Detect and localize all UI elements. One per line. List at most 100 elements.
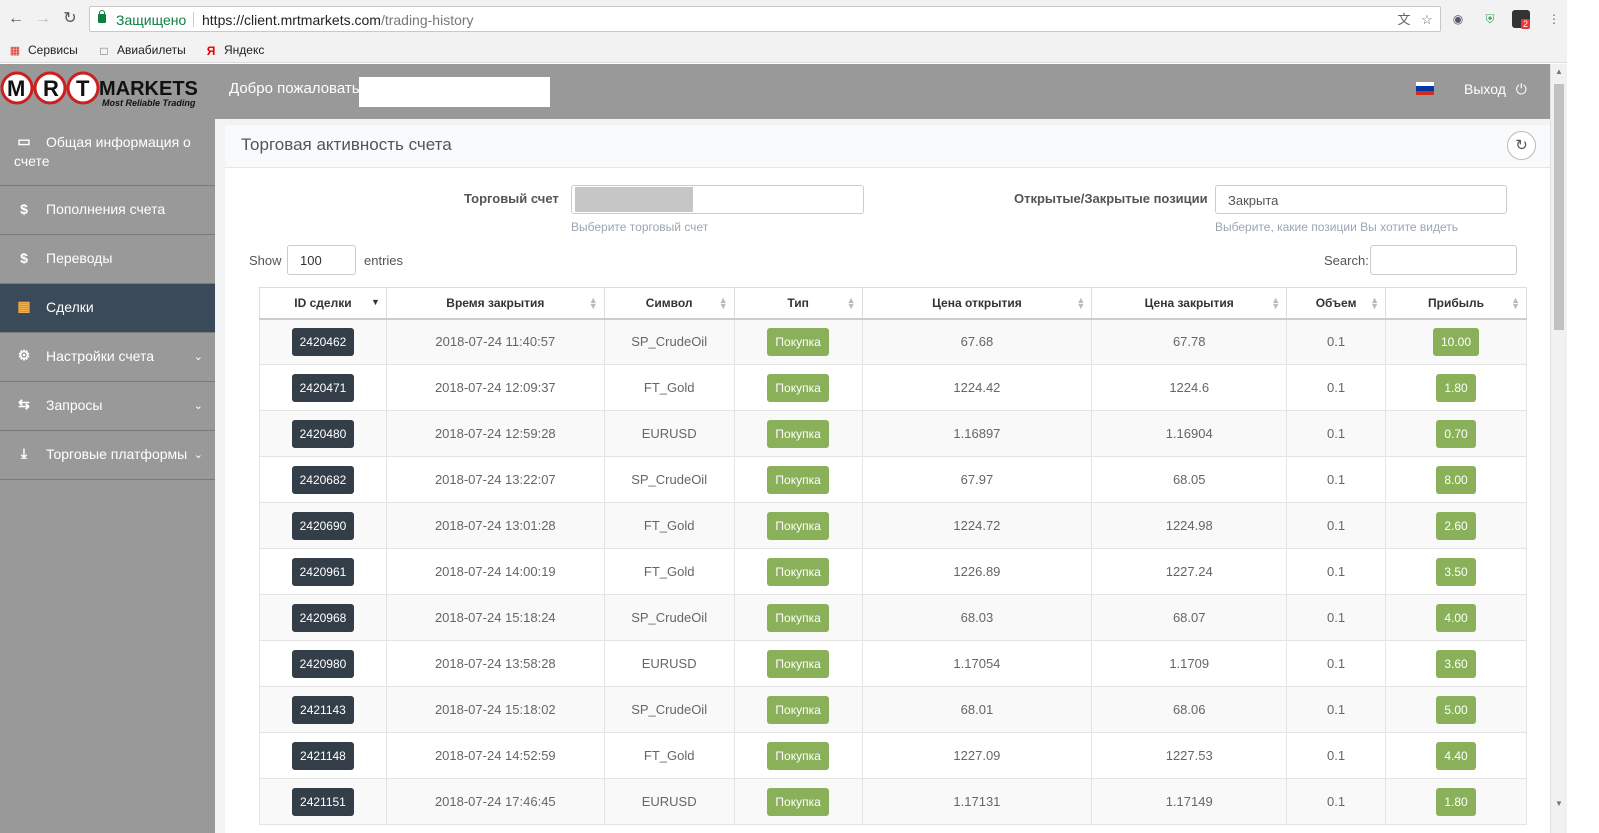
address-bar[interactable]: Защищено https://client.mrtmarkets.com/t… <box>89 6 1441 32</box>
sidebar-item-requests[interactable]: ⇆ Запросы ⌄ <box>0 382 215 431</box>
col-header-close-price[interactable]: Цена закрытия ▲ ▼ <box>1091 287 1288 320</box>
cell-type: Покупка <box>733 732 863 779</box>
trade-id-badge[interactable]: 2420690 <box>291 511 355 540</box>
cell-open-price: 67.68 <box>861 318 1093 365</box>
col-header-label: Цена закрытия <box>1144 295 1234 310</box>
bookmark-services[interactable]: ▦ Сервисы <box>8 42 78 58</box>
svg-text:MARKETS: MARKETS <box>99 78 198 100</box>
cell-symbol: EURUSD <box>603 410 735 457</box>
cell-volume: 0.1 <box>1286 548 1387 595</box>
col-header-volume[interactable]: Объем ▲ ▼ <box>1286 287 1387 320</box>
refresh-icon[interactable]: ↻ <box>1507 131 1536 160</box>
positions-select[interactable]: Закрыта <box>1215 185 1507 214</box>
trade-id-badge[interactable]: 2420968 <box>291 603 355 632</box>
forward-arrow-icon[interactable]: → <box>33 9 53 29</box>
menu-dots-icon[interactable]: ⋮ <box>1545 10 1563 28</box>
cell-open-price: 1227.09 <box>861 732 1093 779</box>
cell-close-price: 1227.24 <box>1091 548 1288 595</box>
trade-id-badge[interactable]: 2420462 <box>291 327 355 356</box>
search-input[interactable] <box>1370 245 1517 275</box>
trade-type-badge: Покупка <box>767 787 829 816</box>
flag-stripe-red <box>1416 90 1434 95</box>
cell-close-time: 2018-07-24 14:00:19 <box>385 548 605 595</box>
cell-open-price: 1.17131 <box>861 778 1093 825</box>
trade-type-badge: Покупка <box>767 695 829 724</box>
cell-volume: 0.1 <box>1286 640 1387 687</box>
cell-open-price: 1224.72 <box>861 502 1093 549</box>
cell-close-time: 2018-07-24 14:52:59 <box>385 732 605 779</box>
col-header-label: ID сделки <box>294 295 352 310</box>
trade-id-badge[interactable]: 2420980 <box>291 649 355 678</box>
sidebar-item-account-settings[interactable]: ⚙ Настройки счета ⌄ <box>0 333 215 382</box>
entries-select[interactable]: 100 <box>287 245 356 275</box>
trade-id-badge[interactable]: 2420480 <box>291 419 355 448</box>
cell-type: Покупка <box>733 548 863 595</box>
col-header-trade-id[interactable]: ID сделки ▼ <box>259 287 387 320</box>
col-header-open-price[interactable]: Цена открытия ▲ ▼ <box>861 287 1093 320</box>
extension-icon[interactable]: 2 <box>1512 10 1531 29</box>
scrollbar-thumb[interactable] <box>1554 84 1564 330</box>
bookmarks-bar: ▦ Сервисы □ Авиабилеты Я Яндекс <box>0 38 1599 63</box>
translate-icon[interactable]: 文 <box>1395 11 1413 29</box>
eye-extension-icon[interactable]: ◉ <box>1449 10 1467 28</box>
cell-close-time: 2018-07-24 11:40:57 <box>385 318 605 365</box>
chevron-down-icon: ⌄ <box>193 449 203 461</box>
cell-trade-id: 2420968 <box>259 594 387 641</box>
shield-extension-icon[interactable]: ⛨ <box>1481 10 1499 28</box>
col-header-label: Объем <box>1315 295 1357 310</box>
bookmark-flights[interactable]: □ Авиабилеты <box>97 42 185 58</box>
cell-profit: 5.00 <box>1385 686 1527 733</box>
sidebar-item-account-overview[interactable]: ▭ Общая информация о счете <box>0 119 215 186</box>
cell-volume: 0.1 <box>1286 364 1387 411</box>
redacted-username <box>359 77 550 107</box>
cell-type: Покупка <box>733 640 863 687</box>
trade-id-badge[interactable]: 2421143 <box>292 695 354 724</box>
col-header-close-time[interactable]: Время закрытия ▲ ▼ <box>385 287 605 320</box>
cell-close-time: 2018-07-24 12:09:37 <box>385 364 605 411</box>
trade-id-badge[interactable]: 2420471 <box>291 373 355 402</box>
cell-close-time: 2018-07-24 17:46:45 <box>385 778 605 825</box>
col-header-type[interactable]: Тип ▲ ▼ <box>733 287 863 320</box>
col-header-symbol[interactable]: Символ ▲ ▼ <box>603 287 735 320</box>
cell-trade-id: 2420690 <box>259 502 387 549</box>
bookmark-yandex[interactable]: Я Яндекс <box>204 42 265 58</box>
cell-close-price: 1.17149 <box>1091 778 1288 825</box>
trade-id-badge[interactable]: 2420682 <box>291 465 355 494</box>
cell-symbol: FT_Gold <box>603 502 735 549</box>
window-edge <box>1567 0 1599 833</box>
scroll-down-icon[interactable]: ▼ <box>1554 799 1564 811</box>
cell-symbol: SP_CrudeOil <box>603 318 735 365</box>
cell-open-price: 1.16897 <box>861 410 1093 457</box>
account-label: Торговый счет <box>464 191 559 206</box>
sort-icon: ▲ ▼ <box>1076 295 1086 311</box>
sidebar-item-label: Настройки счета <box>46 348 155 364</box>
table-row: 2421148 2018-07-24 14:52:59 FT_Gold Покупка… <box>259 732 1527 779</box>
sidebar-item-transfers[interactable]: $ Переводы <box>0 235 215 284</box>
main-content: Торговая активность счета ↻ Торговый сче… <box>215 119 1550 833</box>
url-path: /trading-history <box>380 12 474 28</box>
trade-type-badge: Покупка <box>767 603 829 632</box>
col-header-profit[interactable]: Прибыль ▲ ▼ <box>1385 287 1527 320</box>
scroll-up-icon[interactable]: ▲ <box>1554 67 1564 79</box>
trade-id-badge[interactable]: 2421151 <box>292 787 354 816</box>
back-arrow-icon[interactable]: ← <box>6 9 26 29</box>
page-scrollbar[interactable]: ▲ ▼ <box>1550 64 1567 833</box>
cell-close-time: 2018-07-24 15:18:02 <box>385 686 605 733</box>
url-text[interactable]: https://client.mrtmarkets.com/trading-hi… <box>202 12 474 28</box>
profit-badge: 4.00 <box>1436 603 1476 632</box>
russian-flag-icon[interactable] <box>1416 82 1434 95</box>
brand-logo[interactable]: M R T MARKETS Most Reliable Trading <box>0 68 205 114</box>
trade-id-badge[interactable]: 2421148 <box>292 741 354 770</box>
sidebar-item-trades[interactable]: ▦ Сделки <box>0 284 215 333</box>
sidebar-item-trading-platforms[interactable]: ⤓ Торговые платформы ⌄ <box>0 431 215 480</box>
trade-id-badge[interactable]: 2420961 <box>291 557 355 586</box>
cell-volume: 0.1 <box>1286 778 1387 825</box>
logout-button[interactable]: Выход ⏻ <box>1464 81 1527 98</box>
star-icon[interactable]: ☆ <box>1418 11 1436 29</box>
sidebar-item-deposits[interactable]: $ Пополнения счета <box>0 186 215 235</box>
reload-icon[interactable]: ↻ <box>60 9 80 29</box>
cell-profit: 4.40 <box>1385 732 1527 779</box>
account-select[interactable] <box>571 185 864 214</box>
table-row: 2420980 2018-07-24 13:58:28 EURUSD Покупка 1… <box>259 640 1527 687</box>
cell-close-price: 67.78 <box>1091 318 1288 365</box>
